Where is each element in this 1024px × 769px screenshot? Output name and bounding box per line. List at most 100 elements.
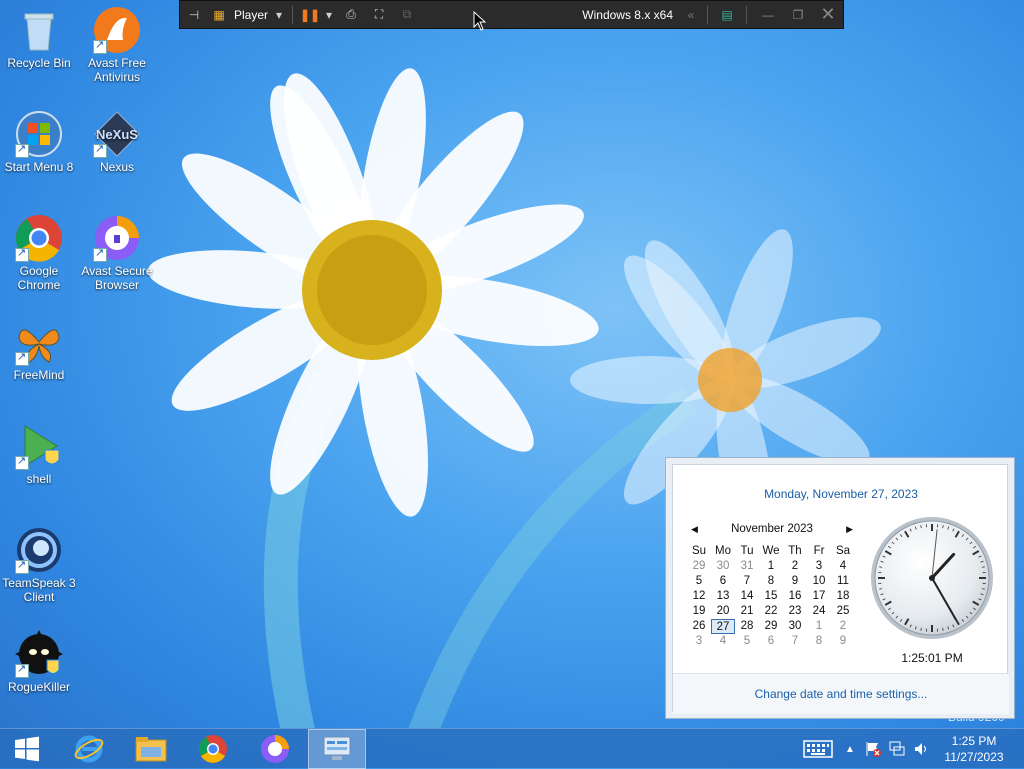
desktop-icon-freemind[interactable]: FreeMind [0,318,78,382]
calendar-day[interactable]: 26 [687,619,711,634]
unity-mode-icon[interactable]: ⧉ [393,0,421,29]
calendar-day[interactable]: 4 [831,559,855,574]
calendar-day[interactable]: 29 [687,559,711,574]
calendar-day[interactable]: 9 [831,634,855,649]
network-icon[interactable] [886,729,908,769]
calendar-day[interactable]: 14 [735,589,759,604]
control-panel-icon [322,735,352,763]
calendar-day[interactable]: 21 [735,604,759,619]
clock-time-text: 1:25:01 PM [869,651,995,665]
shortcut-arrow-icon [15,664,29,678]
calendar-day[interactable]: 10 [807,574,831,589]
next-month-arrow-icon[interactable]: ▶ [842,524,857,535]
notes-icon[interactable]: ▤ [714,0,740,29]
calendar-day[interactable]: 2 [831,619,855,634]
player-menu-label[interactable]: Player [230,0,272,29]
touch-keyboard-icon[interactable] [800,729,836,769]
calendar-day[interactable]: 5 [687,574,711,589]
calendar-day[interactable]: 1 [759,559,783,574]
restore-icon[interactable]: ❐ [783,0,813,29]
pause-icon[interactable]: ❚❚ [299,0,321,29]
calendar-day[interactable]: 19 [687,604,711,619]
calendar-day[interactable]: 24 [807,604,831,619]
minimize-icon[interactable]: — [753,0,783,29]
double-chevron-left-icon[interactable]: « [681,0,701,29]
shortcut-arrow-icon [93,144,107,158]
calendar-day[interactable]: 16 [783,589,807,604]
desktop-icon-label: TeamSpeak 3 Client [2,576,75,604]
calendar-day[interactable]: 23 [783,604,807,619]
send-ctrl-alt-del-icon[interactable]: ⎙ [337,0,365,29]
weekday-header: We [759,544,783,559]
calendar-day[interactable]: 30 [711,559,735,574]
desktop-icon-shell[interactable]: shell [0,422,78,486]
taskbar-google-chrome[interactable] [184,729,242,769]
calendar-day[interactable]: 17 [807,589,831,604]
chevron-down-icon[interactable]: ▾ [272,0,286,29]
windows-orb-icon [15,110,63,158]
calendar-day[interactable]: 7 [783,634,807,649]
calendar-day[interactable]: 7 [735,574,759,589]
desktop-icon-label: Avast Free Antivirus [88,56,146,84]
desktop-icon-nexus[interactable]: NeXuS Nexus [78,110,156,174]
desktop-icon-avast-antivirus[interactable]: Avast Free Antivirus [78,6,156,84]
taskbar-internet-explorer[interactable] [60,729,118,769]
vm-name: Windows 8.x x64 [574,0,681,29]
calendar-day[interactable]: 12 [687,589,711,604]
calendar-month-title[interactable]: November 2023 [731,523,813,535]
taskbar-file-explorer[interactable] [122,729,180,769]
calendar-day[interactable]: 25 [831,604,855,619]
calendar-day[interactable]: 8 [759,574,783,589]
teamspeak-icon [15,526,63,574]
taskbar-control-panel[interactable] [308,729,366,769]
calendar-day[interactable]: 5 [735,634,759,649]
analog-clock [869,515,995,641]
calendar-day-selected[interactable]: 27 [711,619,735,634]
calendar-day[interactable]: 22 [759,604,783,619]
taskbar-time: 1:25 PM [938,733,1010,749]
close-icon[interactable]: ✕ [813,0,843,29]
calendar-day[interactable]: 11 [831,574,855,589]
desktop-icon-roguekiller[interactable]: RogueKiller [0,630,78,694]
calendar-day[interactable]: 18 [831,589,855,604]
calendar-day[interactable]: 15 [759,589,783,604]
calendar-day[interactable]: 4 [711,634,735,649]
weekday-header: Tu [735,544,759,559]
prev-month-arrow-icon[interactable]: ◀ [687,524,702,535]
action-center-flag-icon[interactable] [862,729,884,769]
desktop-icon-recycle-bin[interactable]: Recycle Bin [0,6,78,70]
desktop-icon-label: shell [27,472,52,486]
calendar-day[interactable]: 30 [783,619,807,634]
pin-icon[interactable]: ⊣ [180,0,208,29]
chrome-icon [15,214,63,262]
calendar-day[interactable]: 13 [711,589,735,604]
calendar-day[interactable]: 6 [711,574,735,589]
taskbar-avast-secure-browser[interactable] [246,729,304,769]
fullscreen-icon[interactable]: ⛶ [365,0,393,29]
calendar-day[interactable]: 6 [759,634,783,649]
show-hidden-icons-chevron-icon[interactable]: ▲ [842,729,858,769]
change-date-time-settings-link[interactable]: Change date and time settings... [673,673,1009,714]
desktop-icon-label: Start Menu 8 [5,160,74,174]
calendar-day[interactable]: 3 [687,634,711,649]
desktop-icon-google-chrome[interactable]: Google Chrome [0,214,78,292]
calendar-day[interactable]: 29 [759,619,783,634]
calendar-day[interactable]: 20 [711,604,735,619]
desktop-icon-avast-secure-browser[interactable]: Avast Secure Browser [78,214,156,292]
chevron-down-icon[interactable]: ▾ [321,0,337,29]
taskbar-date: 11/27/2023 [938,749,1010,765]
calendar-day[interactable]: 31 [735,559,759,574]
start-button[interactable] [0,729,54,769]
volume-icon[interactable] [910,729,932,769]
calendar-day[interactable]: 1 [807,619,831,634]
calendar-day[interactable]: 28 [735,619,759,634]
calendar-day[interactable]: 9 [783,574,807,589]
desktop-icon-start-menu-8[interactable]: Start Menu 8 [0,110,78,174]
calendar-day[interactable]: 3 [807,559,831,574]
clock-calendar-popup: Monday, November 27, 2023 ◀ November 202… [665,457,1015,719]
long-date-link[interactable]: Monday, November 27, 2023 [673,487,1009,501]
calendar-day[interactable]: 8 [807,634,831,649]
taskbar-clock[interactable]: 1:25 PM 11/27/2023 [938,733,1010,765]
calendar-day[interactable]: 2 [783,559,807,574]
desktop-icon-teamspeak[interactable]: TeamSpeak 3 Client [0,526,78,604]
